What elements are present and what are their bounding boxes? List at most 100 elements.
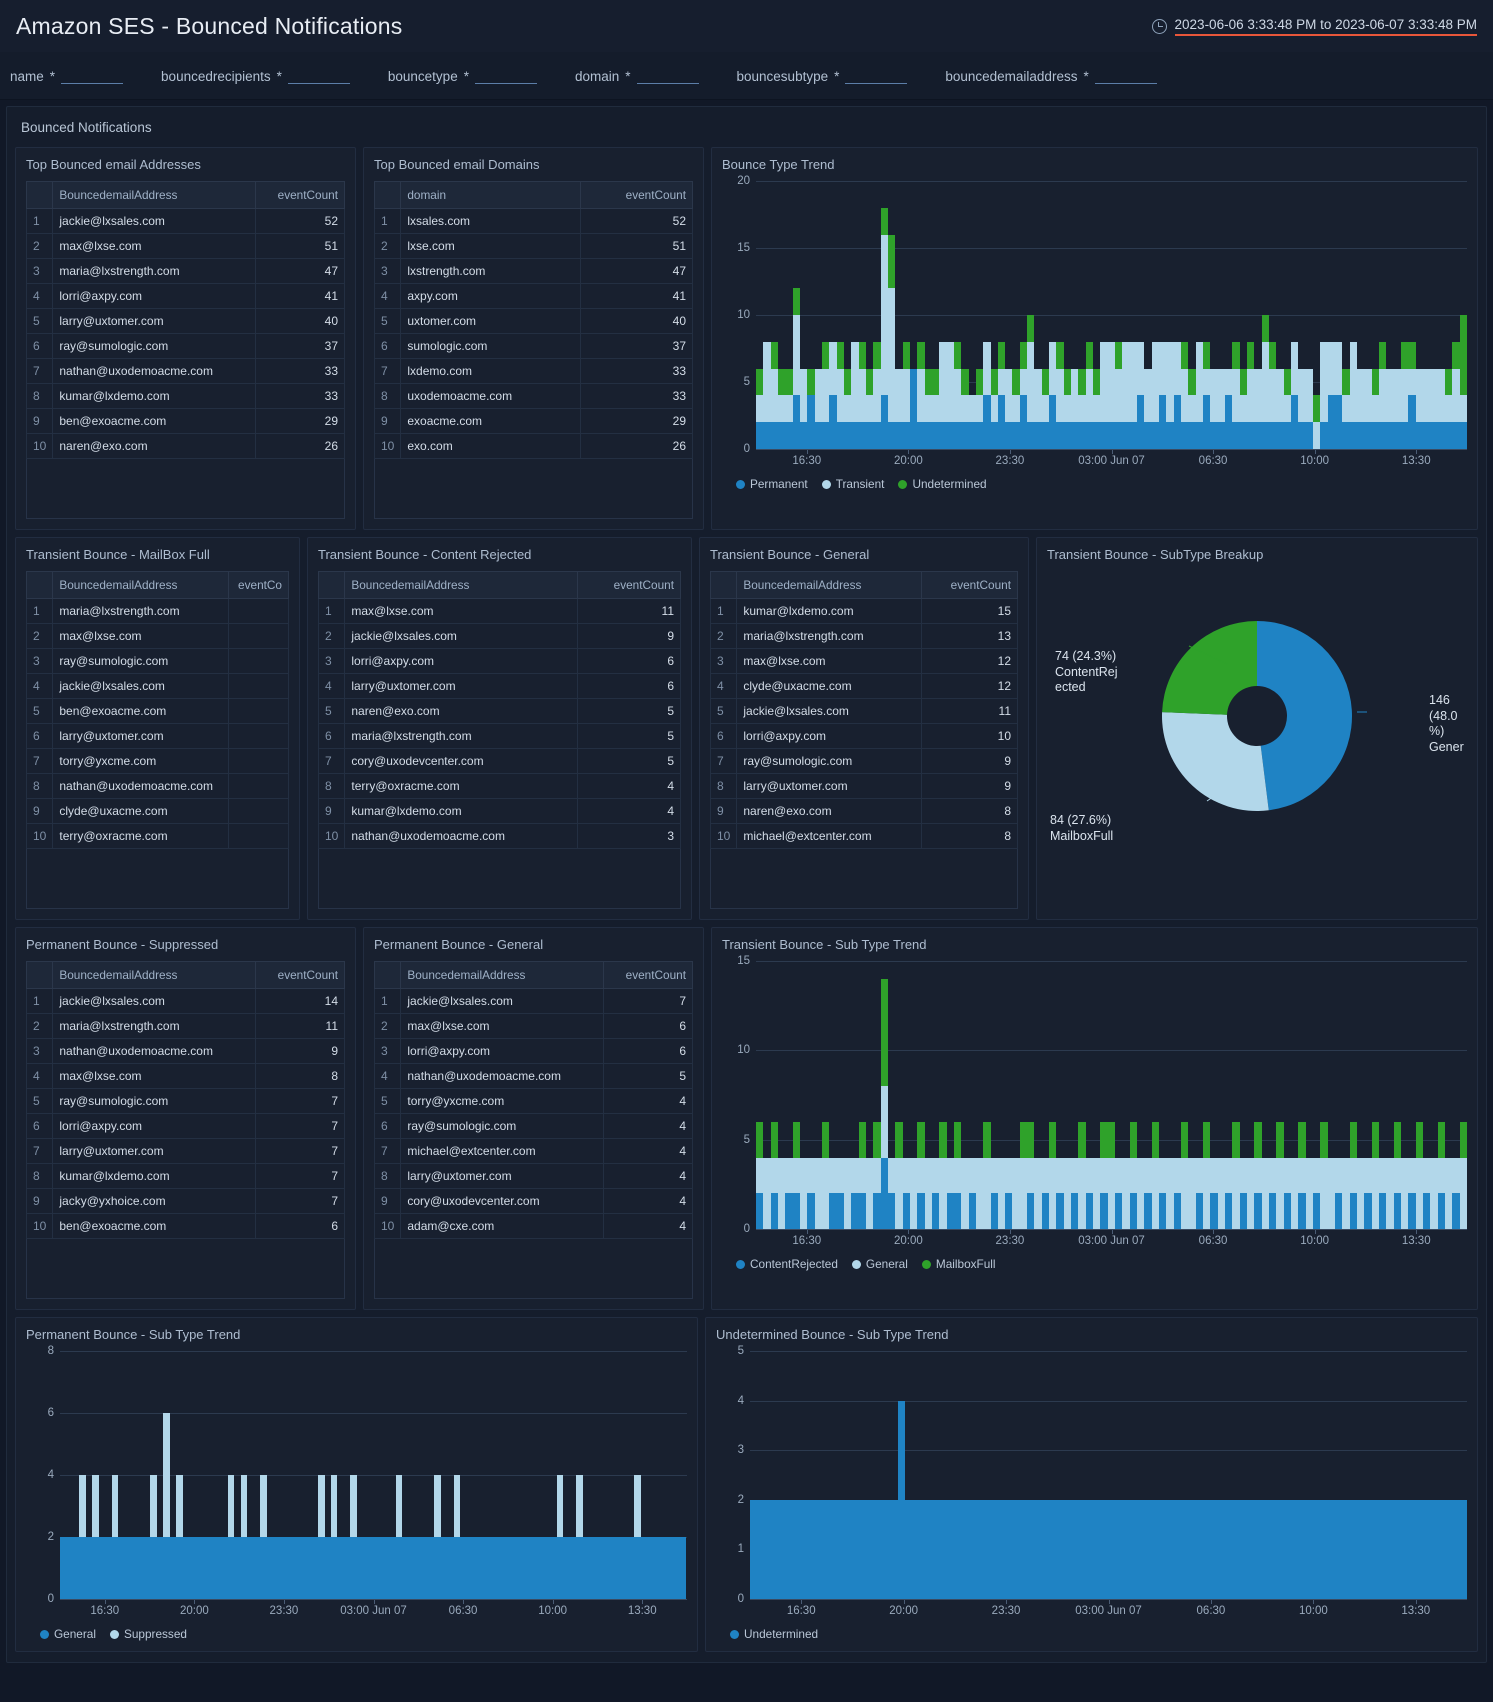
bar-group[interactable] (1085, 181, 1094, 449)
bar-group[interactable] (1356, 181, 1365, 449)
row-email[interactable]: max@lxse.com (52, 623, 229, 649)
bar-group[interactable] (1041, 961, 1050, 1229)
bar-group[interactable] (1452, 181, 1460, 449)
table-row[interactable]: 8 larry@uxtomer.com 4 (373, 1163, 694, 1189)
bar-group[interactable] (975, 961, 984, 1229)
bar-group[interactable] (997, 181, 1006, 449)
filter-input[interactable] (845, 67, 908, 84)
bar-group[interactable] (1254, 181, 1262, 449)
table-row[interactable]: 8 kumar@lxdemo.com 33 (25, 383, 346, 409)
bar-group[interactable] (1334, 961, 1343, 1229)
bar-group[interactable] (917, 181, 925, 449)
bar-group[interactable] (979, 1351, 987, 1599)
table-row[interactable]: 4 max@lxse.com 8 (25, 1063, 346, 1089)
bar-group[interactable] (1119, 1351, 1127, 1599)
bar-group[interactable] (1261, 961, 1269, 1229)
bar-group[interactable] (1342, 181, 1350, 449)
row-email[interactable]: michael@extcenter.com (400, 1138, 604, 1164)
bar-group[interactable] (1312, 961, 1321, 1229)
row-email[interactable]: clyde@uxacme.com (736, 673, 923, 699)
table-row[interactable]: 2 max@lxse.com (25, 623, 290, 649)
bar-group[interactable] (1268, 961, 1277, 1229)
legend-item-contentrejected[interactable]: ContentRejected (736, 1257, 838, 1271)
filter-bouncesubtype[interactable]: bouncesubtype * (737, 67, 908, 84)
row-email[interactable]: uxodemoacme.com (400, 383, 582, 409)
bar-group[interactable] (1159, 961, 1167, 1229)
bar-group[interactable] (953, 181, 962, 449)
bar-group[interactable] (1027, 181, 1035, 449)
bar-group[interactable] (1232, 961, 1240, 1229)
bar-group[interactable] (1429, 1351, 1438, 1599)
row-email[interactable]: lorri@axpy.com (52, 283, 256, 309)
bar-group[interactable] (949, 1351, 957, 1599)
table-header-cell[interactable]: eventCount (577, 571, 681, 599)
bar-group[interactable] (971, 1351, 980, 1599)
bar-group[interactable] (902, 961, 910, 1229)
bar-group[interactable] (1459, 961, 1467, 1229)
bar-group[interactable] (814, 181, 822, 449)
table-row[interactable]: 1 jackie@lxsales.com 7 (373, 988, 694, 1014)
row-email[interactable]: larry@uxtomer.com (400, 1163, 604, 1189)
bar-group[interactable] (1027, 961, 1035, 1229)
bar-group[interactable] (794, 1351, 802, 1599)
bar-group[interactable] (1137, 181, 1145, 449)
bar-group[interactable] (1019, 181, 1028, 449)
row-email[interactable]: jackie@lxsales.com (736, 698, 923, 724)
bar-group[interactable] (836, 181, 844, 449)
row-email[interactable]: kumar@lxdemo.com (52, 383, 256, 409)
bar-group[interactable] (1276, 181, 1284, 449)
bar-group[interactable] (880, 181, 888, 449)
bar-group[interactable] (823, 1351, 832, 1599)
table-row[interactable]: 9 cory@uxodevcenter.com 4 (373, 1188, 694, 1214)
bar-group[interactable] (1100, 181, 1108, 449)
bar-group[interactable] (1305, 961, 1313, 1229)
bar-group[interactable] (873, 961, 881, 1229)
row-email[interactable]: lorri@axpy.com (52, 1113, 256, 1139)
table-row[interactable]: 2 jackie@lxsales.com 9 (317, 623, 681, 649)
bar-group[interactable] (1217, 961, 1225, 1229)
bar-group[interactable] (961, 181, 969, 449)
bar-group[interactable] (1016, 1351, 1024, 1599)
bar-group[interactable] (1188, 181, 1196, 449)
chart-transient-subtype-breakup[interactable]: 74 (24.3%) ContentRej ected 84 (27.6%) Mailb… (1047, 571, 1467, 861)
bar-group[interactable] (1364, 181, 1372, 449)
table-header-cell[interactable]: BouncedemailAddress (52, 181, 256, 209)
row-email[interactable]: kumar@lxdemo.com (344, 798, 579, 824)
bar-group[interactable] (1049, 181, 1057, 449)
bar-group[interactable] (1056, 181, 1064, 449)
bar-group[interactable] (1327, 961, 1335, 1229)
bar-group[interactable] (1283, 181, 1291, 449)
filter-domain[interactable]: domain * (575, 67, 699, 84)
table-row[interactable]: 3 maria@lxstrength.com 47 (25, 258, 346, 284)
row-email[interactable]: nathan@uxodemoacme.com (400, 1063, 604, 1089)
table-row[interactable]: 10 naren@exo.com 26 (25, 433, 346, 459)
row-email[interactable]: lorri@axpy.com (736, 723, 923, 749)
filter-input[interactable] (287, 67, 350, 84)
table-row[interactable]: 1 lxsales.com 52 (373, 208, 693, 234)
bar-group[interactable] (1386, 181, 1394, 449)
table-row[interactable]: 9 clyde@uxacme.com (25, 798, 290, 824)
bar-group[interactable] (1393, 961, 1401, 1229)
bar-group[interactable] (1107, 961, 1116, 1229)
table-header-cell[interactable]: BouncedemailAddress (52, 961, 256, 989)
table-row[interactable]: 7 michael@extcenter.com 4 (373, 1138, 694, 1164)
table-header-cell[interactable]: eventCount (254, 961, 346, 989)
bar-group[interactable] (1100, 961, 1108, 1229)
table-row[interactable]: 4 jackie@lxsales.com (25, 673, 290, 699)
bar-group[interactable] (1444, 961, 1453, 1229)
filter-bouncedemailaddress[interactable]: bouncedemailaddress * (945, 67, 1157, 84)
legend-item-suppressed[interactable]: Suppressed (109, 1627, 187, 1641)
bar-group[interactable] (1097, 1351, 1105, 1599)
bar-group[interactable] (968, 181, 976, 449)
bar-group[interactable] (1171, 1351, 1179, 1599)
bar-group[interactable] (1452, 961, 1460, 1229)
filter-name[interactable]: name * (10, 67, 124, 84)
table-row[interactable]: 6 ray@sumologic.com 4 (373, 1113, 694, 1139)
table-row[interactable]: 4 axpy.com 41 (373, 283, 693, 309)
bar-group[interactable] (1437, 1351, 1445, 1599)
bar-group[interactable] (1107, 181, 1116, 449)
bar-group[interactable] (756, 961, 764, 1229)
bar-group[interactable] (1415, 181, 1423, 449)
bar-group[interactable] (816, 1351, 824, 1599)
table-row[interactable]: 3 lxstrength.com 47 (373, 258, 693, 284)
